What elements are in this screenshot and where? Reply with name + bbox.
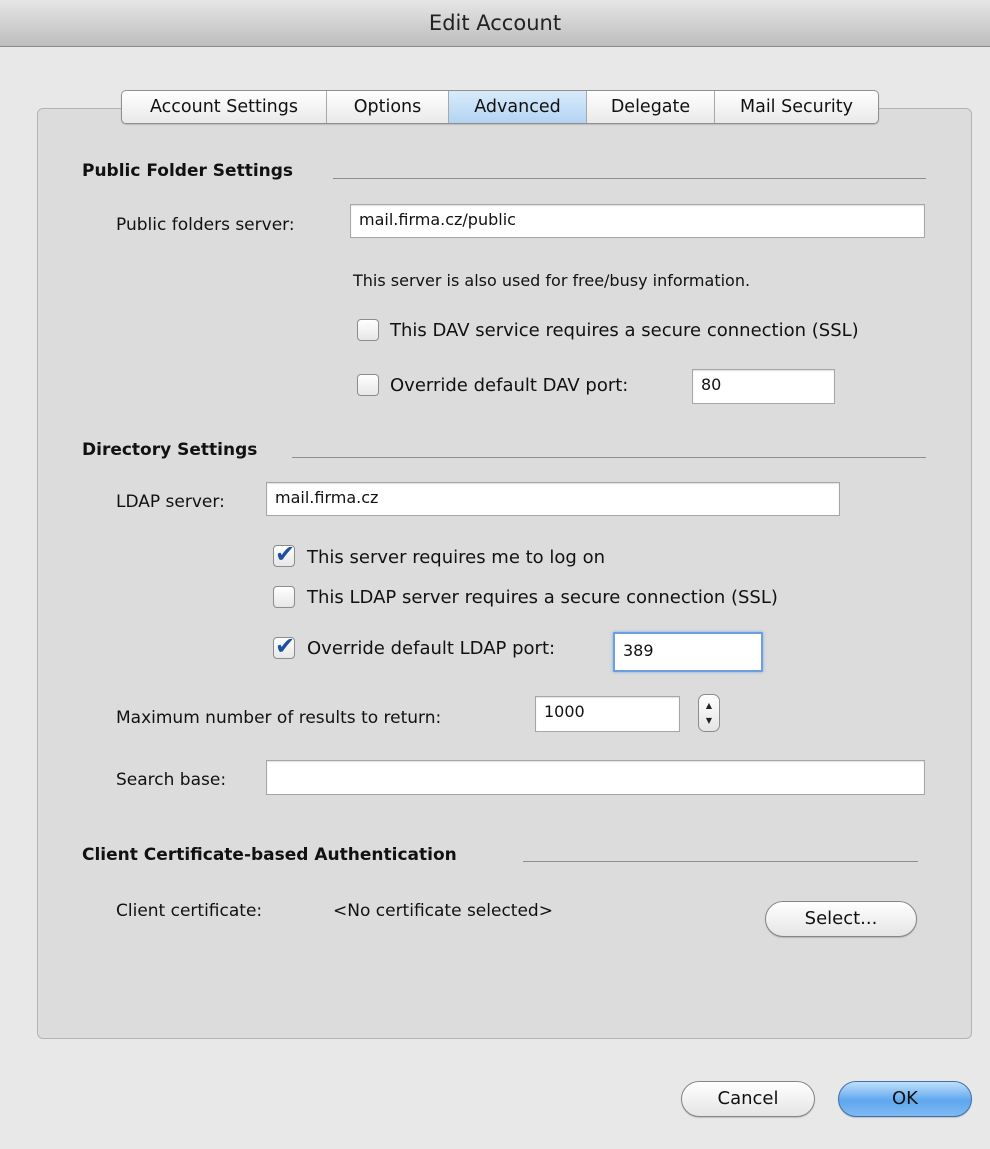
public-folders-server-input[interactable]: mail.firma.cz/public <box>350 204 925 238</box>
dav-ssl-label: This DAV service requires a secure conne… <box>390 320 859 341</box>
ldap-logon-label: This server requires me to log on <box>307 547 606 568</box>
tab-options[interactable]: Options <box>327 91 449 123</box>
max-results-input[interactable]: 1000 <box>535 696 680 732</box>
tab-delegate[interactable]: Delegate <box>587 91 715 123</box>
dav-ssl-checkbox[interactable] <box>357 319 379 341</box>
ldap-logon-checkbox[interactable]: ✔ <box>273 540 295 568</box>
ldap-port-checkbox[interactable]: ✔ <box>273 632 295 660</box>
max-results-stepper[interactable]: ▲ ▼ <box>698 694 720 732</box>
public-folders-server-label: Public folders server: <box>116 215 295 235</box>
client-certificate-value: <No certificate selected> <box>333 901 553 921</box>
directory-heading: Directory Settings <box>82 440 258 460</box>
search-base-input[interactable] <box>266 760 925 795</box>
client-certificate-label: Client certificate: <box>116 901 263 921</box>
checkmark-icon: ✔ <box>275 540 296 568</box>
tab-panel <box>37 108 972 1039</box>
dav-port-input[interactable]: 80 <box>692 369 835 404</box>
dav-port-checkbox[interactable] <box>357 374 379 396</box>
checkmark-icon: ✔ <box>275 632 296 660</box>
select-certificate-button[interactable]: Select... <box>765 901 917 937</box>
ldap-port-label: Override default LDAP port: <box>307 638 556 659</box>
ldap-server-label: LDAP server: <box>116 492 225 512</box>
ldap-ssl-checkbox[interactable] <box>273 586 295 608</box>
ok-button[interactable]: OK <box>838 1081 972 1117</box>
section-divider <box>523 861 918 862</box>
tab-bar: Account Settings Options Advanced Delega… <box>121 90 879 124</box>
ldap-port-input[interactable]: 389 <box>613 632 763 672</box>
search-base-label: Search base: <box>116 770 227 790</box>
window-title: Edit Account <box>0 0 990 47</box>
stepper-down-icon[interactable]: ▼ <box>699 716 719 726</box>
ldap-server-input[interactable]: mail.firma.cz <box>266 482 840 516</box>
max-results-label: Maximum number of results to return: <box>116 708 442 728</box>
ldap-ssl-label: This LDAP server requires a secure conne… <box>307 587 778 608</box>
free-busy-info-text: This server is also used for free/busy i… <box>353 271 751 290</box>
dav-port-label: Override default DAV port: <box>390 375 629 396</box>
section-divider <box>292 457 926 458</box>
tab-account-settings[interactable]: Account Settings <box>122 91 327 123</box>
public-folder-heading: Public Folder Settings <box>82 161 294 181</box>
cancel-button[interactable]: Cancel <box>681 1081 815 1117</box>
section-divider <box>333 178 926 179</box>
certificate-heading: Client Certificate-based Authentication <box>82 845 457 865</box>
tab-advanced[interactable]: Advanced <box>449 91 587 123</box>
stepper-up-icon[interactable]: ▲ <box>699 701 719 711</box>
tab-mail-security[interactable]: Mail Security <box>715 91 878 123</box>
